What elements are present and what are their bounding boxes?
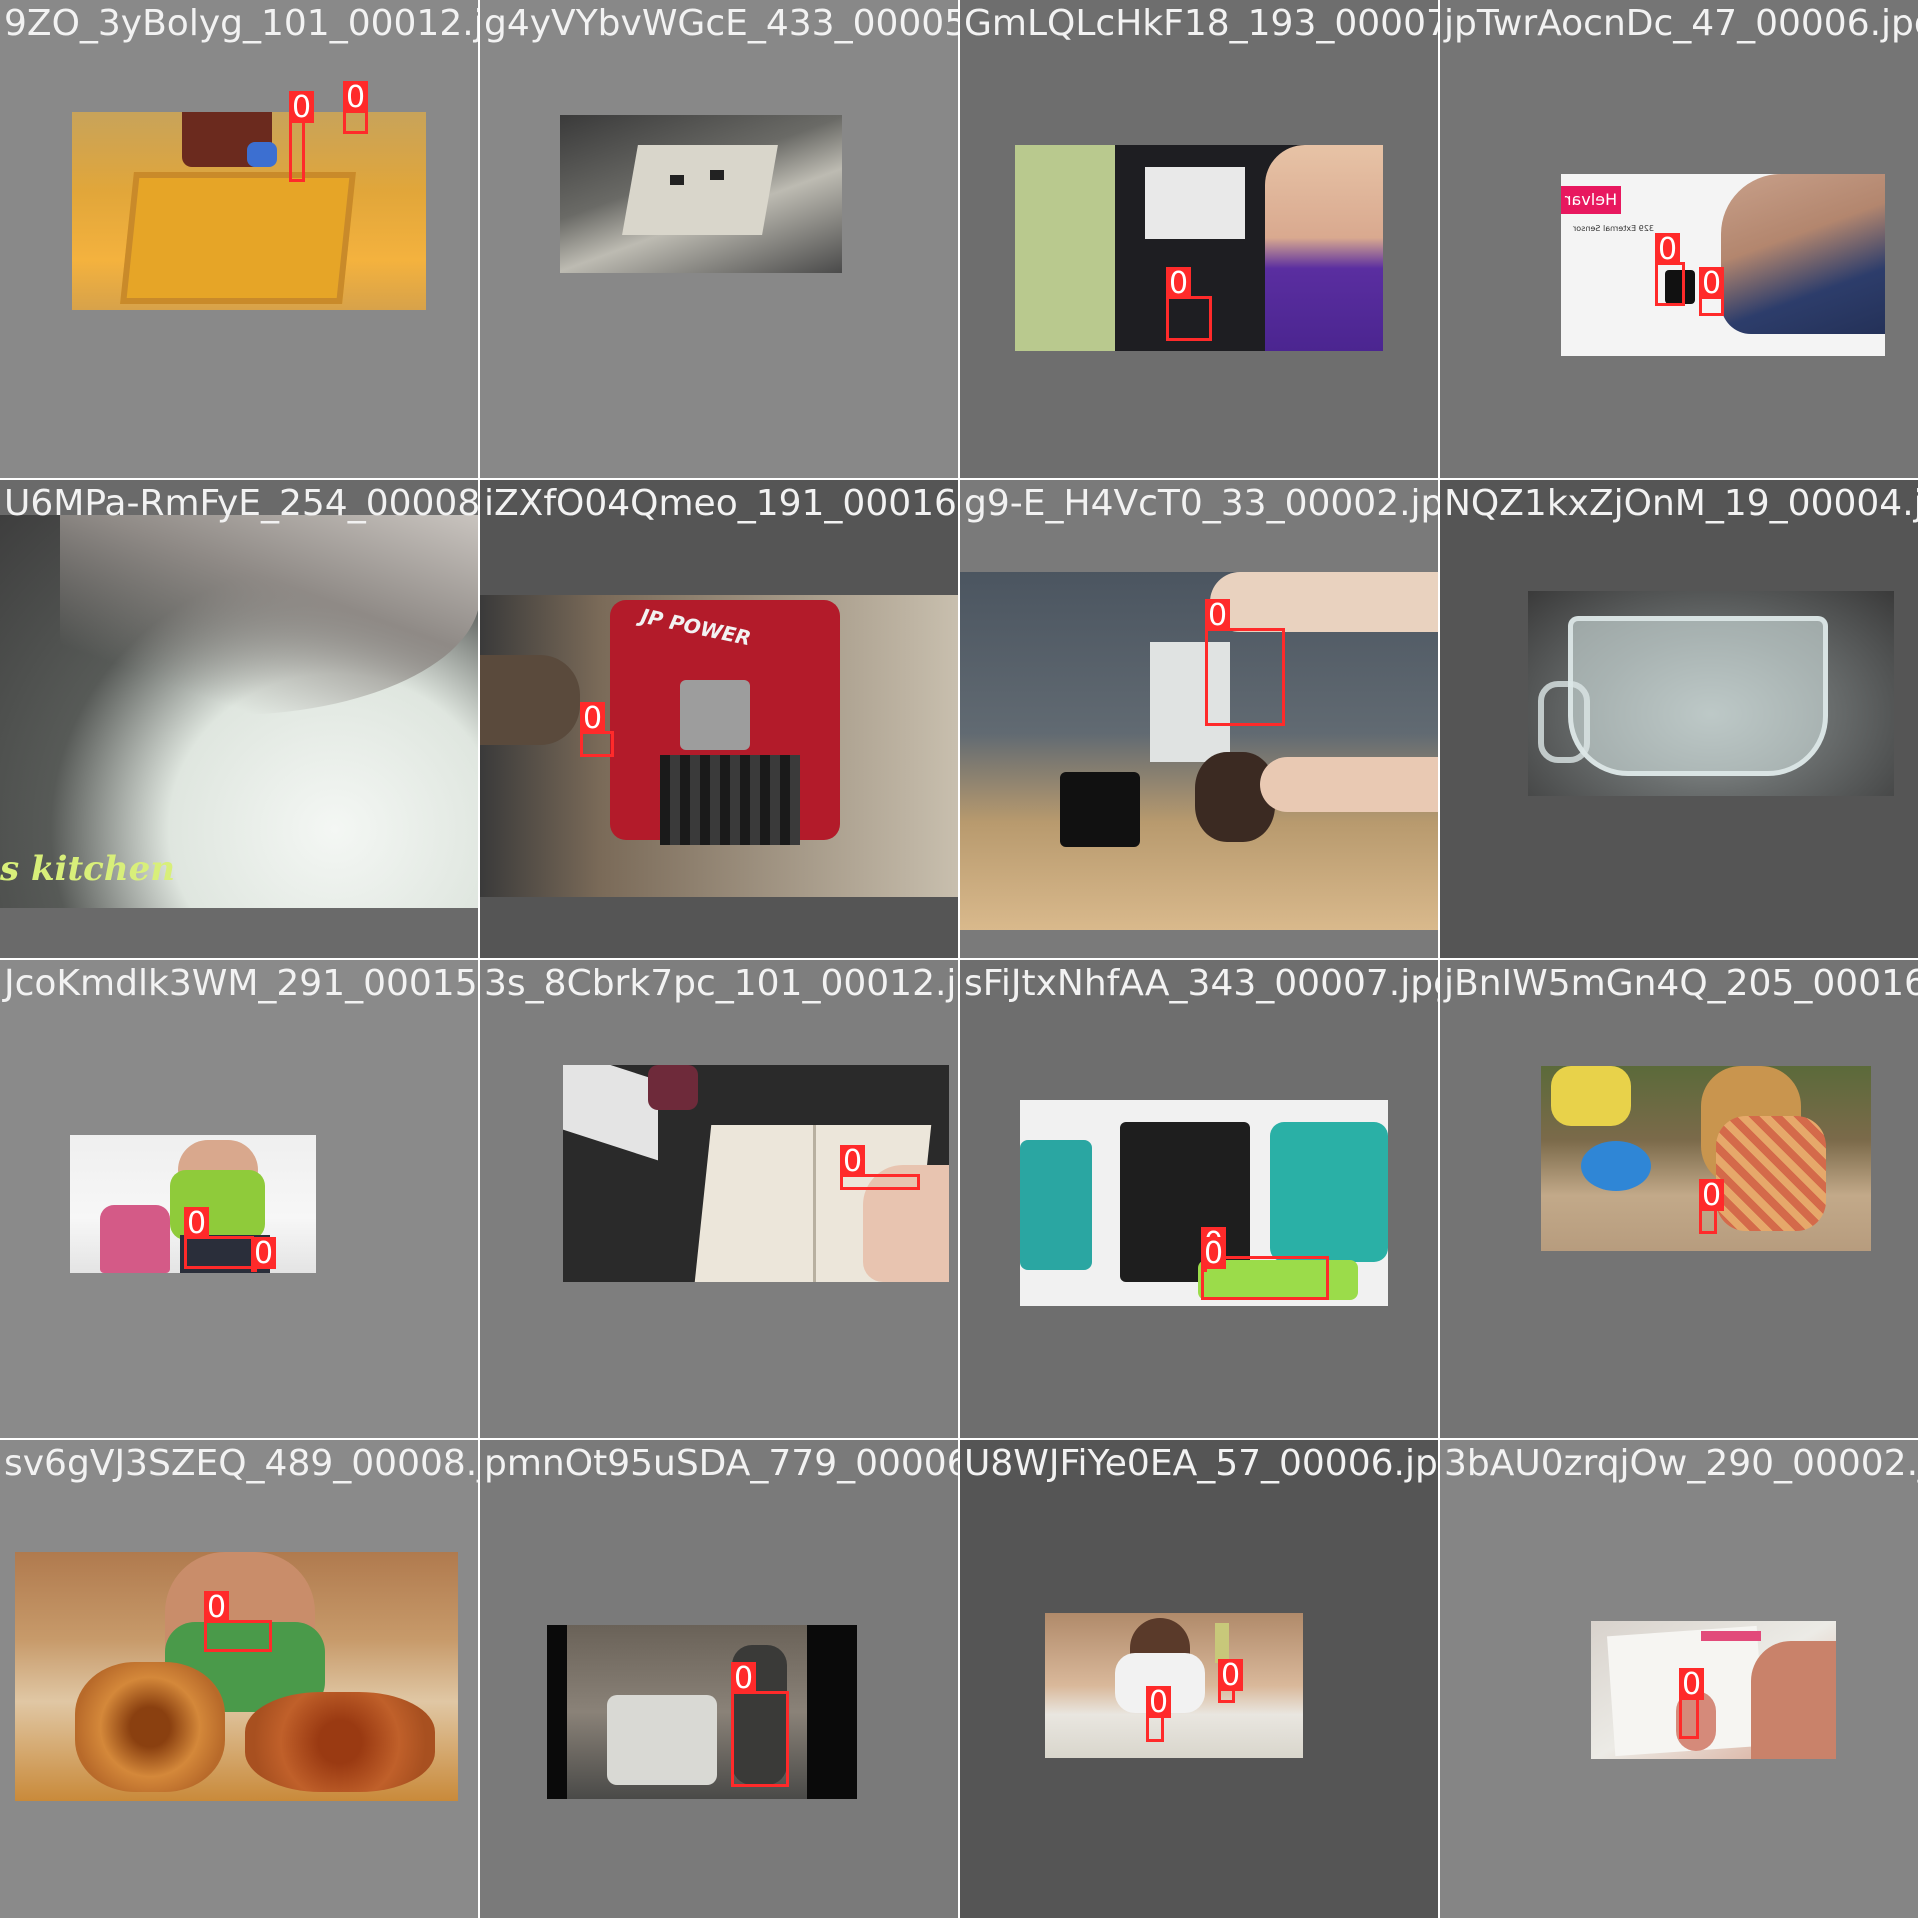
tile-1: 0 0 9ZO_3yBolyg_101_00012.jpg — [0, 0, 478, 478]
bbox-label: 0 — [1146, 1686, 1172, 1718]
overlay-caption: s kitchen — [0, 849, 175, 889]
thumbnail-image — [1045, 1613, 1303, 1758]
filename-label: NQZ1kxZjOnM_19_00004.jpg — [1444, 483, 1918, 524]
bbox-label: 0 — [343, 81, 369, 113]
bbox-0: 0 — [1655, 233, 1685, 306]
filename-label: 3s_8Cbrk7pc_101_00012.jpg — [484, 963, 958, 1004]
filename-label: U8WJFiYe0EA_57_00006.jpg — [964, 1443, 1438, 1484]
bbox-label: 0 — [251, 1237, 277, 1269]
filename-label: iZXfO04Qmeo_191_00016.jpg — [484, 483, 958, 524]
bbox-label: 0 — [1201, 1237, 1227, 1269]
bbox-label: 0 — [289, 91, 315, 123]
tile-2: g4yVYbvWGcE_433_00005.jpg — [480, 0, 958, 478]
tile-15: 0 0 U8WJFiYe0EA_57_00006.jpg — [960, 1440, 1438, 1918]
bbox-label: 0 — [1218, 1659, 1244, 1691]
bbox-label: 0 — [1166, 267, 1192, 299]
thumbnail-image: JP POWER — [480, 595, 958, 897]
bbox-0: 0 — [1166, 267, 1212, 341]
bbox-label: 0 — [204, 1591, 230, 1623]
tile-13: 0 sv6gVJ3SZEQ_489_00008.jpg — [0, 1440, 478, 1918]
bbox-0: 0 — [840, 1145, 920, 1190]
thumbnail-image: s kitchen — [0, 515, 478, 908]
filename-label: g9-E_H4VcT0_33_00002.jpg — [964, 483, 1438, 524]
bbox-label: 0 — [1699, 267, 1725, 299]
filename-label: 3bAU0zrqjOw_290_00002.jpg — [1444, 1443, 1918, 1484]
tile-9: 0 0 JcoKmdlk3WM_291_00015.jpg — [0, 960, 478, 1438]
bbox-label: 0 — [1205, 599, 1231, 631]
tile-12: 0 jBnIW5mGn4Q_205_00016.jpg — [1440, 960, 1918, 1438]
brand-logo: Helvar — [1561, 186, 1621, 214]
bbox-1: 0 — [343, 81, 369, 134]
filename-label: 9ZO_3yBolyg_101_00012.jpg — [4, 3, 478, 44]
bbox-0: 0 — [731, 1662, 789, 1787]
filename-label: GmLQLcHkF18_193_00007.jpg — [964, 3, 1438, 44]
tile-6: JP POWER 0 iZXfO04Qmeo_191_00016.jpg — [480, 480, 958, 958]
product-caption: 329 External Sensor — [1573, 224, 1654, 233]
bbox-label: 0 — [184, 1207, 210, 1239]
bbox-0: 0 — [1205, 599, 1285, 726]
tile-5: s kitchen U6MPa-RmFyE_254_00008.jpg — [0, 480, 478, 958]
filename-label: g4yVYbvWGcE_433_00005.jpg — [484, 3, 958, 44]
image-mosaic-grid: 0 0 9ZO_3yBolyg_101_00012.jpg g4yVYbvWGc… — [0, 0, 1920, 1920]
thumbnail-image — [960, 572, 1438, 930]
thumbnail-image: Helvar 329 External Sensor — [1561, 174, 1885, 356]
thumbnail-image — [72, 112, 426, 310]
bbox-label: 0 — [1699, 1179, 1725, 1211]
tile-8: NQZ1kxZjOnM_19_00004.jpg — [1440, 480, 1918, 958]
bbox-label: 0 — [840, 1145, 866, 1177]
thumbnail-image — [1591, 1621, 1836, 1759]
filename-label: sFiJtxNhfAA_343_00007.jpg — [964, 963, 1438, 1004]
filename-label: pmnOt95uSDA_779_00006.jpg — [484, 1443, 958, 1484]
bbox-label: 0 — [731, 1662, 757, 1694]
bbox-0: 0 — [289, 91, 315, 182]
bbox-0: 0 — [580, 702, 614, 757]
filename-label: sv6gVJ3SZEQ_489_00008.jpg — [4, 1443, 478, 1484]
thumbnail-image — [1528, 591, 1894, 796]
tile-7: 0 g9-E_H4VcT0_33_00002.jpg — [960, 480, 1438, 958]
tile-11: 0 0 sFiJtxNhfAA_343_00007.jpg — [960, 960, 1438, 1438]
bbox-0: 0 — [204, 1591, 272, 1652]
bbox-label: 0 — [1679, 1668, 1705, 1700]
tile-4: Helvar 329 External Sensor 0 0 jpTwrAocn… — [1440, 0, 1918, 478]
filename-label: jpTwrAocnDc_47_00006.jpg — [1444, 3, 1918, 44]
thumbnail-image — [547, 1625, 857, 1799]
bbox-0: 0 — [1146, 1686, 1172, 1742]
bbox-1: 0 — [1218, 1659, 1244, 1703]
thumbnail-image — [15, 1552, 458, 1801]
bbox-0: 0 — [1679, 1668, 1705, 1739]
filename-label: jBnIW5mGn4Q_205_00016.jpg — [1444, 963, 1918, 1004]
bbox-1: 0 — [1201, 1237, 1227, 1272]
tile-3: 0 GmLQLcHkF18_193_00007.jpg — [960, 0, 1438, 478]
bbox-0: 0 — [1699, 1179, 1725, 1234]
tile-16: 0 3bAU0zrqjOw_290_00002.jpg — [1440, 1440, 1918, 1918]
thumbnail-image — [560, 115, 842, 273]
filename-label: JcoKmdlk3WM_291_00015.jpg — [4, 963, 478, 1004]
tile-14: 0 pmnOt95uSDA_779_00006.jpg — [480, 1440, 958, 1918]
tile-10: 0 3s_8Cbrk7pc_101_00012.jpg — [480, 960, 958, 1438]
bbox-1: 0 — [251, 1237, 277, 1272]
bbox-label: 0 — [580, 702, 606, 734]
bbox-1: 0 — [1699, 267, 1725, 316]
bbox-label: 0 — [1655, 233, 1681, 265]
bbox-0: 0 — [184, 1207, 254, 1269]
